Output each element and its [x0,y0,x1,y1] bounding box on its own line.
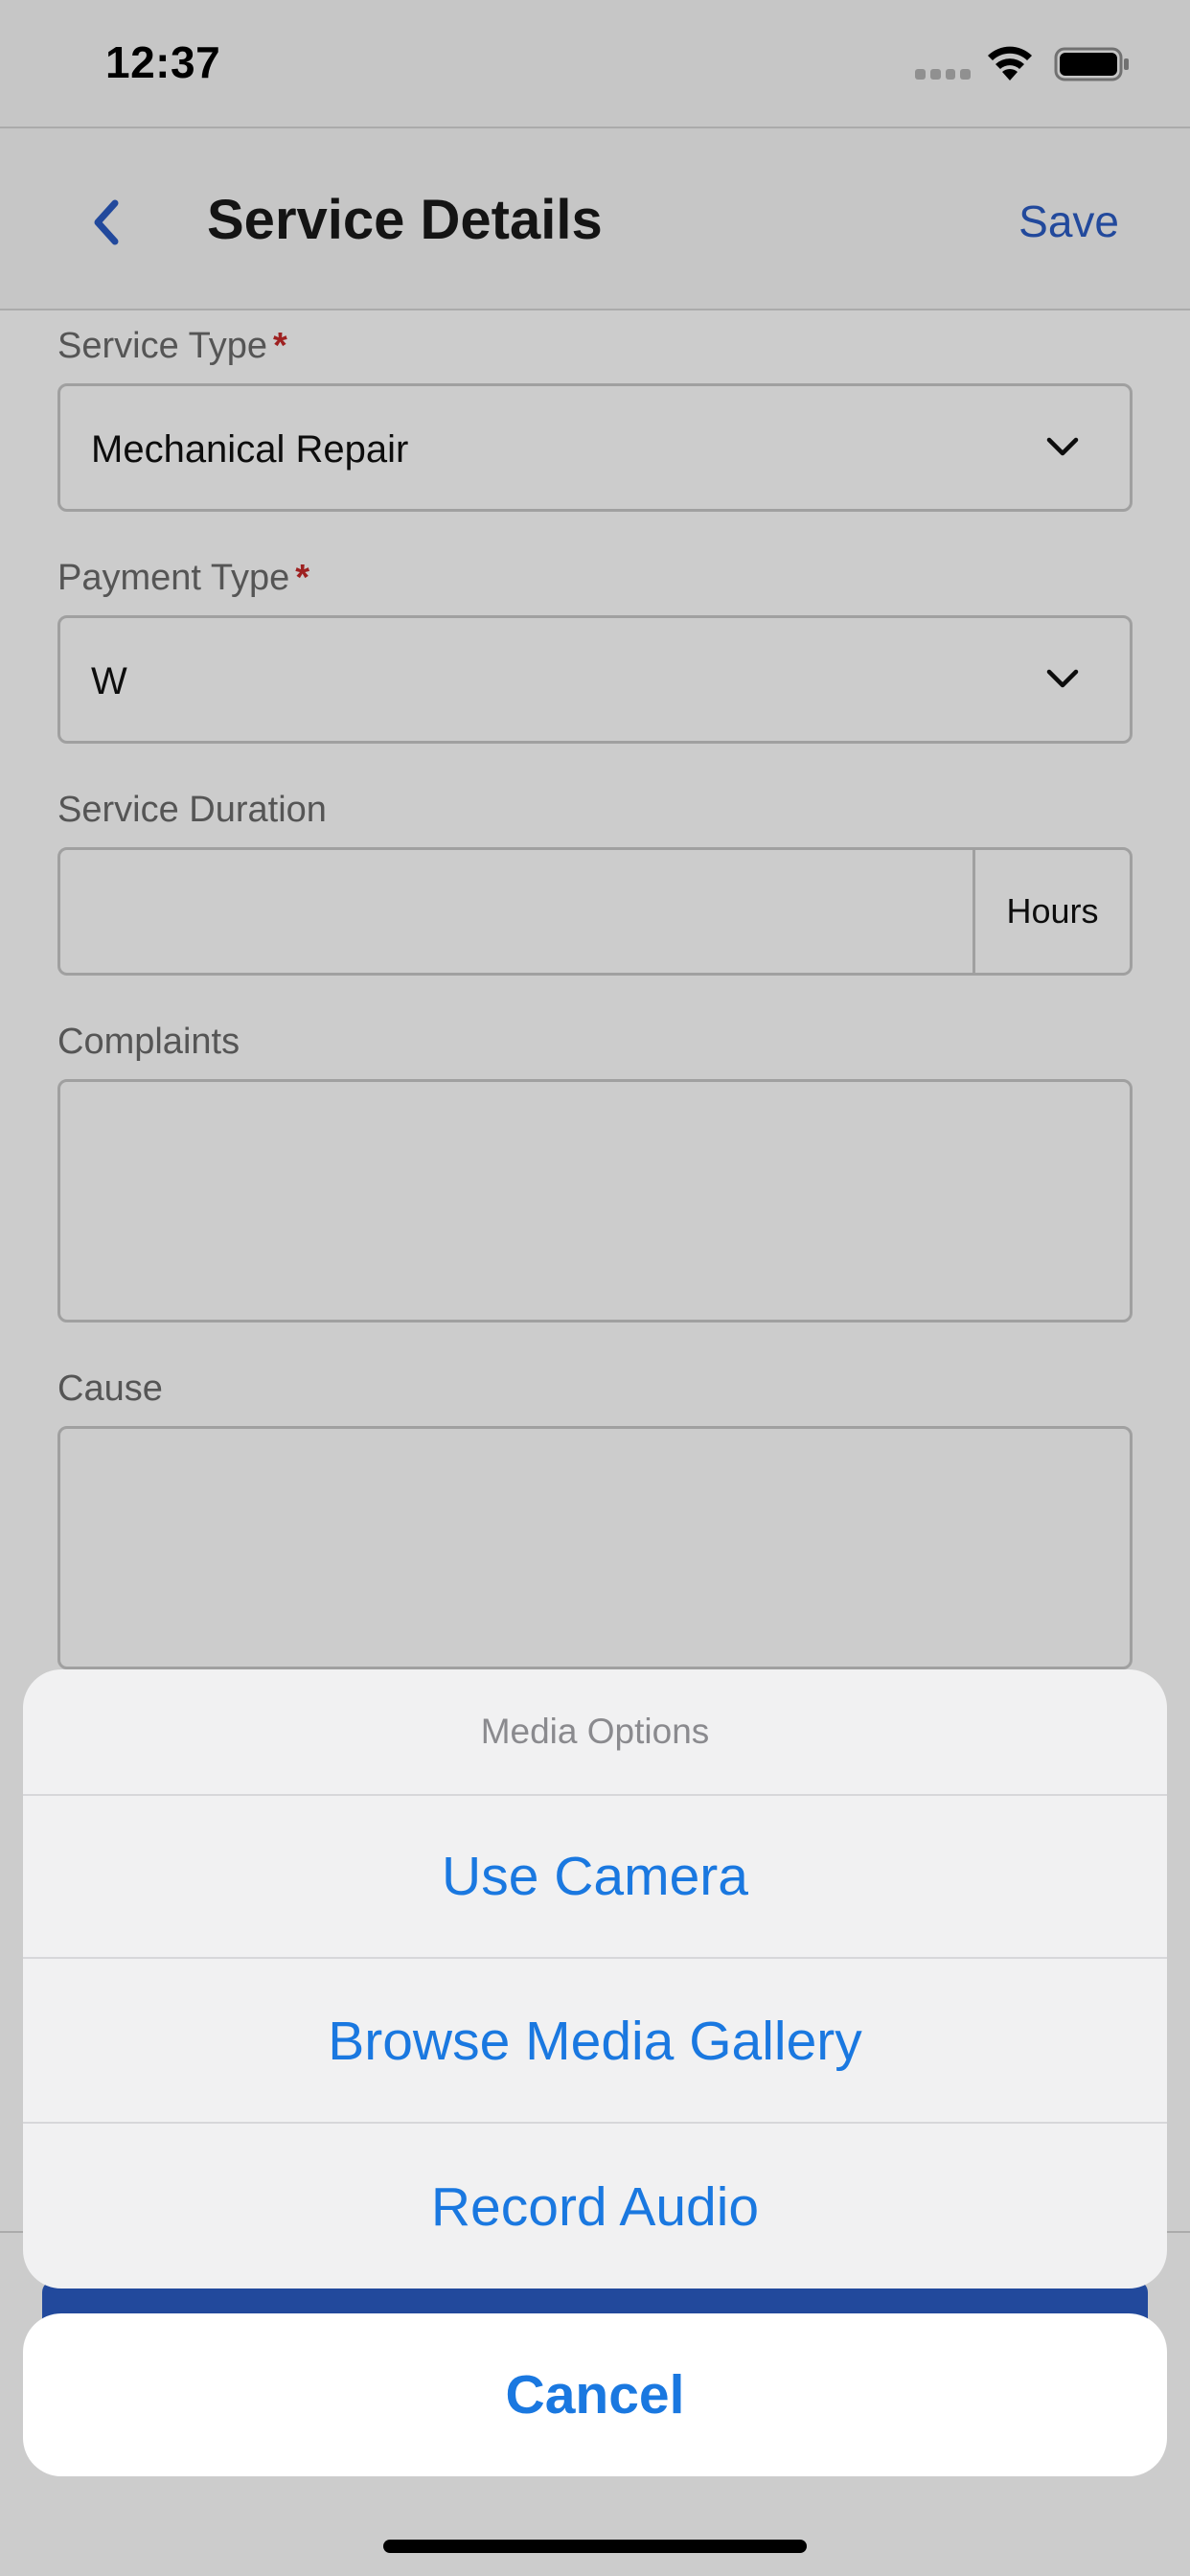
use-camera-option[interactable]: Use Camera [23,1796,1167,1959]
home-indicator[interactable] [383,2540,807,2553]
browse-media-gallery-option[interactable]: Browse Media Gallery [23,1961,1167,2124]
record-audio-option[interactable]: Record Audio [23,2126,1167,2288]
cancel-button[interactable]: Cancel [23,2313,1167,2476]
media-options-sheet: Media Options Use Camera Browse Media Ga… [23,1669,1167,2288]
sheet-title: Media Options [23,1669,1167,1796]
app-screen: 12:37 Service Details Save Service Type *… [0,0,1190,2576]
